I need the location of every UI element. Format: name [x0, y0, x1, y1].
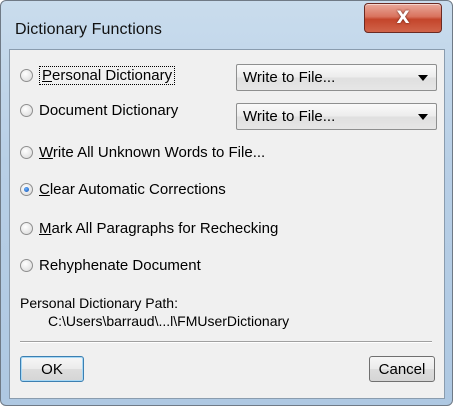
radio-label-personal-dictionary: Personal Dictionary — [39, 66, 176, 85]
close-button[interactable]: X — [364, 3, 442, 33]
radio-button-icon[interactable] — [20, 104, 33, 117]
radio-label-write-unknown-words: Write All Unknown Words to File... — [39, 144, 266, 161]
radio-personal-dictionary[interactable]: Personal Dictionary — [20, 66, 176, 85]
chevron-down-icon — [418, 75, 428, 81]
cancel-button[interactable]: Cancel — [369, 356, 435, 382]
radio-button-checked-icon[interactable] — [20, 183, 33, 196]
radio-button-icon[interactable] — [20, 69, 33, 82]
radio-write-unknown-words[interactable]: Write All Unknown Words to File... — [20, 144, 265, 161]
title-bar: Dictionary Functions X — [1, 1, 452, 41]
dictionary-path-value: C:\Users\barraud\...l\FMUserDictionary — [48, 313, 290, 329]
dictionary-path-label: Personal Dictionary Path: — [20, 295, 178, 311]
radio-label-clear-automatic-corrections: Clear Automatic Corrections — [39, 181, 226, 198]
radio-label-document-dictionary: Document Dictionary — [39, 102, 179, 119]
radio-rehyphenate-document[interactable]: Rehyphenate Document — [20, 257, 201, 274]
radio-button-icon[interactable] — [20, 222, 33, 235]
radio-clear-automatic-corrections[interactable]: Clear Automatic Corrections — [20, 181, 226, 198]
separator — [20, 341, 432, 343]
radio-document-dictionary[interactable]: Document Dictionary — [20, 102, 178, 119]
dialog-title: Dictionary Functions — [15, 21, 162, 38]
personal-dictionary-select[interactable]: Write to File... — [236, 64, 437, 91]
ok-button[interactable]: OK — [20, 356, 84, 382]
select-value: Write to File... — [243, 108, 336, 125]
select-value: Write to File... — [243, 69, 336, 86]
document-dictionary-select[interactable]: Write to File... — [236, 103, 437, 130]
radio-button-icon[interactable] — [20, 259, 33, 272]
radio-button-icon[interactable] — [20, 146, 33, 159]
chevron-down-icon — [418, 114, 428, 120]
dictionary-functions-dialog: Dictionary Functions X Personal Dictiona… — [0, 0, 453, 406]
close-icon: X — [396, 8, 410, 28]
radio-label-rehyphenate-document: Rehyphenate Document — [39, 257, 201, 274]
radio-label-mark-paragraphs: Mark All Paragraphs for Rechecking — [39, 220, 279, 237]
dialog-body: Personal Dictionary Write to File... Doc… — [9, 49, 445, 399]
radio-mark-paragraphs[interactable]: Mark All Paragraphs for Rechecking — [20, 220, 278, 237]
